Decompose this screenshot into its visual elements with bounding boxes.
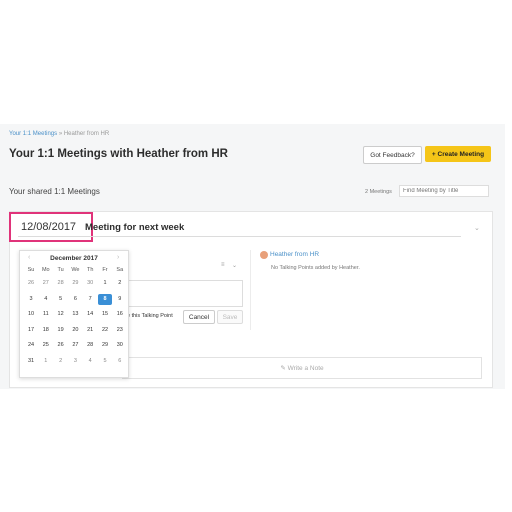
next-month-icon[interactable]: › xyxy=(117,254,119,261)
calendar-day[interactable]: 16 xyxy=(113,309,127,320)
calendar-day[interactable]: 28 xyxy=(83,340,97,351)
chevron-down-icon[interactable]: ⌄ xyxy=(474,224,480,232)
calendar-day[interactable]: 6 xyxy=(113,356,127,367)
calendar-day[interactable]: 27 xyxy=(68,340,82,351)
feedback-button[interactable]: Got Feedback? xyxy=(363,146,422,164)
calendar-day[interactable]: 15 xyxy=(98,309,112,320)
calendar-day[interactable]: 26 xyxy=(24,278,38,289)
date-picker: ‹ December 2017 › Su Mo Tu We Th Fr Sa 26 27 28 29… xyxy=(19,250,129,378)
save-button-label: Save xyxy=(222,313,238,321)
calendar-day[interactable]: 12 xyxy=(54,309,68,320)
shared-meetings-heading: Your shared 1:1 Meetings xyxy=(9,187,100,196)
calendar-day[interactable]: 30 xyxy=(83,278,97,289)
empty-talking-points: No Talking Points added by Heather. xyxy=(271,265,360,271)
weekday-header: Sa xyxy=(116,267,124,273)
calendar-day[interactable]: 31 xyxy=(24,356,38,367)
save-button[interactable]: Save xyxy=(217,310,243,324)
feedback-button-label: Got Feedback? xyxy=(370,151,415,159)
calendar-day[interactable]: 10 xyxy=(24,309,38,320)
cancel-button-label: Cancel xyxy=(188,313,210,321)
calendar-day[interactable]: 9 xyxy=(113,294,127,305)
calendar-month: December 2017 xyxy=(50,255,98,262)
avatar xyxy=(260,251,268,259)
calendar-day[interactable]: 18 xyxy=(39,325,53,336)
calendar-day[interactable]: 3 xyxy=(24,294,38,305)
breadcrumb: Your 1:1 Meetings » Heather from HR xyxy=(9,131,109,137)
calendar-day[interactable]: 22 xyxy=(98,325,112,336)
calendar-day[interactable]: 1 xyxy=(39,356,53,367)
weekday-header: Mo xyxy=(41,267,50,273)
calendar-day[interactable]: 4 xyxy=(39,294,53,305)
plus-icon: + xyxy=(431,150,436,158)
calendar-day[interactable]: 5 xyxy=(98,356,112,367)
breadcrumb-separator: » xyxy=(58,131,63,137)
calendar-day[interactable]: 26 xyxy=(54,340,68,351)
calendar-day[interactable]: 17 xyxy=(24,325,38,336)
breadcrumb-link[interactable]: Your 1:1 Meetings xyxy=(9,131,57,137)
calendar-day[interactable]: 27 xyxy=(39,278,53,289)
find-meeting-input[interactable] xyxy=(399,185,489,197)
calendar-day[interactable]: 25 xyxy=(39,340,53,351)
calendar-day[interactable]: 1 xyxy=(98,278,112,289)
title-underline xyxy=(18,236,461,237)
calendar-day[interactable]: 29 xyxy=(98,340,112,351)
page-title: Your 1:1 Meetings with Heather from HR xyxy=(9,148,228,160)
participant-name[interactable]: Heather from HR xyxy=(270,251,319,258)
calendar-day[interactable]: 5 xyxy=(54,294,68,305)
weekday-header: We xyxy=(71,267,80,273)
weekday-header: Tu xyxy=(57,267,64,273)
calendar-day[interactable]: 20 xyxy=(68,325,82,336)
calendar-day[interactable]: 29 xyxy=(68,278,82,289)
weekday-header: Th xyxy=(86,267,94,273)
calendar-day[interactable]: 21 xyxy=(83,325,97,336)
chevron-down-icon[interactable]: ⌄ xyxy=(232,262,237,269)
talking-point-label: e this Talking Point xyxy=(127,313,173,319)
calendar-day[interactable]: 2 xyxy=(113,278,127,289)
calendar-day[interactable]: 30 xyxy=(113,340,127,351)
meeting-title[interactable]: Meeting for next week xyxy=(85,222,184,233)
create-meeting-button[interactable]: + Create Meeting xyxy=(425,146,491,162)
calendar-day[interactable]: 14 xyxy=(83,309,97,320)
talking-point-textarea[interactable] xyxy=(122,280,243,307)
calendar-day[interactable]: 7 xyxy=(83,294,97,305)
calendar-day[interactable]: 28 xyxy=(54,278,68,289)
calendar-day[interactable]: 13 xyxy=(68,309,82,320)
calendar-day[interactable]: 4 xyxy=(83,356,97,367)
write-note-input[interactable]: ✎ Write a Note xyxy=(122,357,482,379)
breadcrumb-current: Heather from HR xyxy=(63,131,110,137)
menu-icon[interactable]: ≡ xyxy=(221,262,225,268)
weekday-header: Fr xyxy=(102,267,108,273)
calendar-day[interactable]: 11 xyxy=(39,309,53,320)
calendar-day[interactable]: 8 xyxy=(98,293,112,305)
date-highlight-box xyxy=(9,212,93,242)
column-divider xyxy=(250,250,251,330)
calendar-day[interactable]: 24 xyxy=(24,340,38,351)
calendar-day[interactable]: 23 xyxy=(113,325,127,336)
calendar-day[interactable]: 6 xyxy=(68,294,82,305)
weekday-header: Su xyxy=(27,267,35,273)
create-meeting-label: Create Meeting xyxy=(437,150,485,158)
calendar-day[interactable]: 19 xyxy=(54,325,68,336)
calendar-day[interactable]: 2 xyxy=(54,356,68,367)
cancel-button[interactable]: Cancel xyxy=(183,310,215,324)
meetings-count: 2 Meetings xyxy=(365,189,392,195)
calendar-day[interactable]: 3 xyxy=(68,356,82,367)
